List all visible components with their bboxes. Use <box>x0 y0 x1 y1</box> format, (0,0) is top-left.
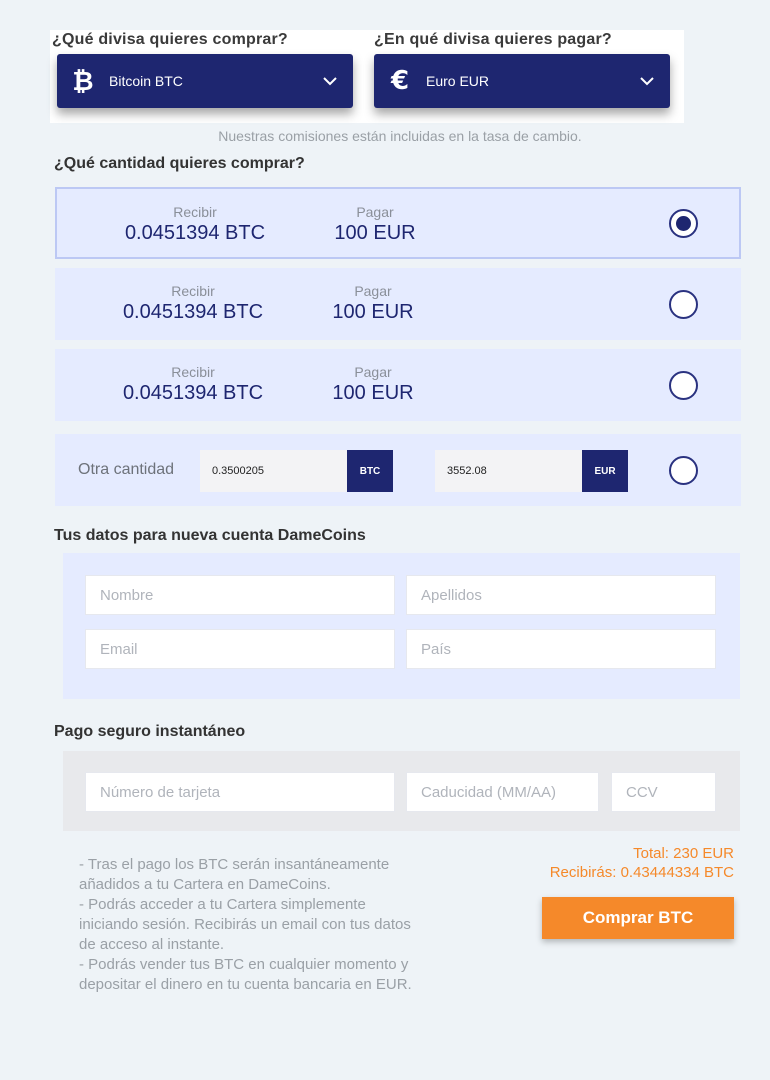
receive-label: Recibir <box>173 204 217 220</box>
email-field[interactable] <box>85 629 395 669</box>
buy-currency-label: ¿Qué divisa quieres comprar? <box>52 31 288 48</box>
pay-value: 100 EUR <box>332 382 414 404</box>
amount-option-2[interactable]: Recibir 0.0451394 BTC Pagar 100 EUR <box>55 268 741 340</box>
receive-value: 0.0451394 BTC <box>122 382 264 404</box>
custom-amount-option[interactable]: Otra cantidad BTC EUR <box>55 434 741 506</box>
receive-label: Recibir <box>171 364 215 380</box>
pay-currency-value: Euro EUR <box>426 73 490 89</box>
eur-unit-button[interactable]: EUR <box>582 450 628 492</box>
info-line: - Tras el pago los BTC serán insantáneam… <box>79 856 390 893</box>
pay-currency-select[interactable]: € Euro EUR <box>374 54 670 108</box>
account-form-panel <box>63 553 740 699</box>
country-field[interactable] <box>406 629 716 669</box>
receive-value: 0.0451394 BTC <box>122 301 264 323</box>
buy-button[interactable]: Comprar BTC <box>542 897 734 939</box>
radio-checked-dot <box>676 216 691 231</box>
pay-label: Pagar <box>354 283 392 299</box>
btc-amount-input[interactable] <box>200 450 348 492</box>
euro-icon: € <box>390 66 410 96</box>
surname-field[interactable] <box>406 575 716 615</box>
receive-value: 0.0451394 BTC <box>124 222 266 244</box>
eur-amount-input[interactable] <box>435 450 583 492</box>
bitcoin-icon: ₿ <box>72 66 94 97</box>
chevron-down-icon <box>624 76 670 86</box>
buy-currency-value: Bitcoin BTC <box>109 73 183 89</box>
buy-currency-select[interactable]: ₿ Bitcoin BTC <box>57 54 353 108</box>
pay-label: Pagar <box>354 364 392 380</box>
custom-amount-label: Otra cantidad <box>78 461 175 478</box>
payment-form-panel <box>63 751 740 831</box>
amount-option-3[interactable]: Recibir 0.0451394 BTC Pagar 100 EUR <box>55 349 741 421</box>
chevron-down-icon <box>307 76 353 86</box>
custom-amount-radio[interactable] <box>669 456 698 485</box>
btc-unit-button[interactable]: BTC <box>347 450 393 492</box>
amount-option-radio[interactable] <box>669 290 698 319</box>
fees-note: Nuestras comisiones están incluidas en l… <box>218 128 582 144</box>
amount-section-title: ¿Qué cantidad quieres comprar? <box>54 155 305 172</box>
receive-amount: Recibirás: 0.43444334 BTC <box>549 864 734 881</box>
pay-value: 100 EUR <box>334 222 416 244</box>
purchase-info: - Tras el pago los BTC serán insantáneam… <box>79 855 429 995</box>
account-section-title: Tus datos para nueva cuenta DameCoins <box>54 527 366 544</box>
amount-option-radio[interactable] <box>669 209 698 238</box>
amount-option-1[interactable]: Recibir 0.0451394 BTC Pagar 100 EUR <box>55 187 741 259</box>
pay-currency-label: ¿En qué divisa quieres pagar? <box>374 31 612 48</box>
amount-option-radio[interactable] <box>669 371 698 400</box>
payment-section-title: Pago seguro instantáneo <box>54 723 246 740</box>
ccv-field[interactable] <box>611 772 716 812</box>
receive-label: Recibir <box>171 283 215 299</box>
pay-value: 100 EUR <box>332 301 414 323</box>
name-field[interactable] <box>85 575 395 615</box>
info-line: - Podrás vender tus BTC en cualquier mom… <box>79 956 412 993</box>
total-amount: Total: 230 EUR <box>633 845 734 862</box>
expiry-field[interactable] <box>406 772 599 812</box>
info-line: - Podrás acceder a tu Cartera simplement… <box>79 896 411 953</box>
card-number-field[interactable] <box>85 772 395 812</box>
pay-label: Pagar <box>356 204 394 220</box>
